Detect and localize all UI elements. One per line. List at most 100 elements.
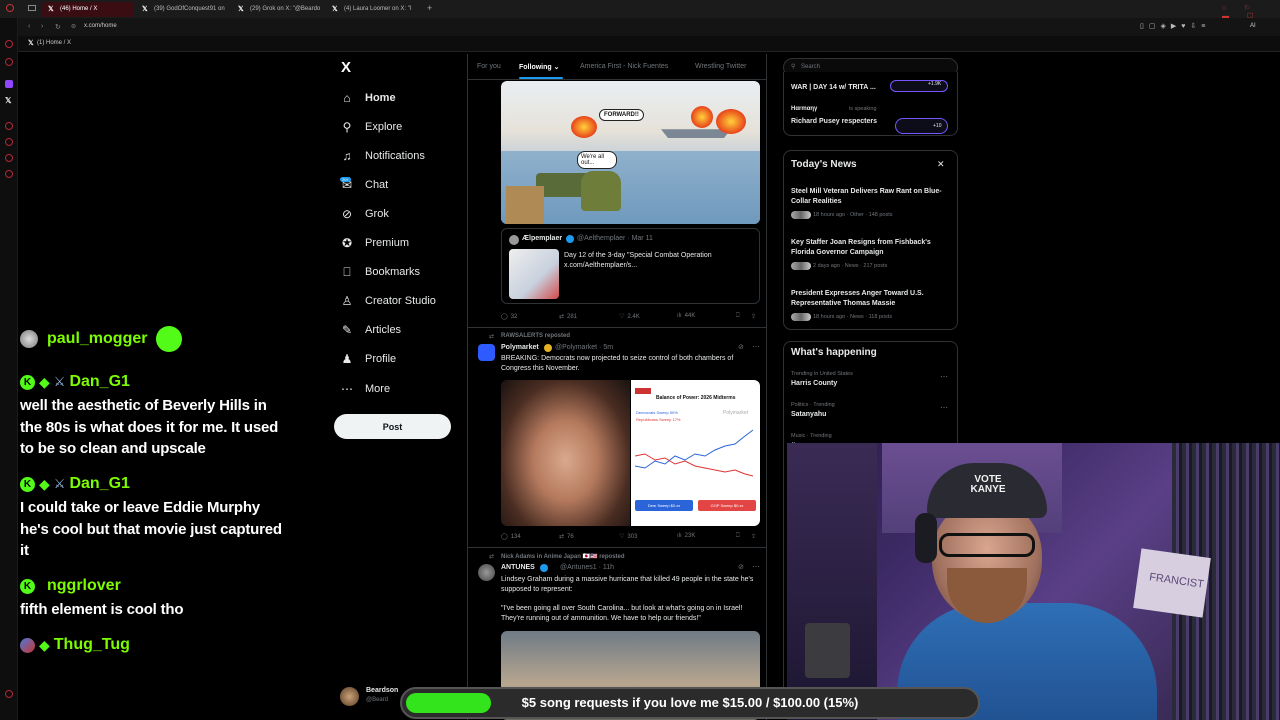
- reply-button[interactable]: ◯ 134: [501, 533, 521, 541]
- tab-grok[interactable]: 𝕏 (29) Grok on X: "@Beardo: [232, 2, 324, 17]
- view-count: 23K: [684, 533, 696, 539]
- sword-badge-icon: ⚔: [53, 374, 66, 389]
- bookmark-home[interactable]: (1) Home / X: [37, 40, 71, 46]
- nav-bookmarks[interactable]: ⎕ Bookmarks: [340, 262, 420, 282]
- nav-articles[interactable]: ✎ Articles: [340, 320, 401, 340]
- nav-label: Profile: [365, 353, 397, 365]
- twitch-icon[interactable]: [5, 80, 13, 88]
- like-button[interactable]: ♡ 303: [619, 533, 637, 541]
- grok-icon[interactable]: ⊘: [738, 343, 744, 351]
- sidebar-toggle-icon[interactable]: [28, 5, 36, 11]
- gop-sweep-button[interactable]: GOP Sweep $0.xx: [698, 500, 756, 511]
- news-item-title[interactable]: Key Staffer Joan Resigns from Fishback's…: [791, 238, 951, 258]
- repost-button[interactable]: ⇄ 281: [559, 313, 577, 321]
- tab-for-you[interactable]: For you: [477, 63, 501, 70]
- sidebar-app-icon[interactable]: [5, 58, 13, 66]
- ai-button[interactable]: AI: [1250, 23, 1256, 29]
- browser-sidebar: 𝕏: [0, 18, 18, 720]
- tab-underline: [519, 77, 563, 79]
- legend-dem: Democrats Sweep 50%: [636, 410, 678, 415]
- views-button[interactable]: ılı 23K: [677, 533, 695, 539]
- nav-profile[interactable]: ♟ Profile: [340, 349, 397, 369]
- diamond-badge-icon: ◆: [39, 475, 50, 492]
- sidebar-app-icon[interactable]: [5, 122, 13, 130]
- tab-title: (29) Grok on X: "@Beardo: [250, 6, 321, 12]
- tweet-image-comic[interactable]: FORWARD!! We're all out...: [501, 81, 760, 224]
- dem-sweep-button[interactable]: Dem Sweep $0.xx: [635, 500, 693, 511]
- nav-grok[interactable]: ⊘ Grok: [340, 204, 389, 224]
- kick-badge-icon: K: [20, 476, 35, 492]
- quote-tweet[interactable]: Ælpemplaer @Aelthemplaer · Mar 11 Day 12…: [501, 228, 760, 304]
- news-item-meta: 18 hours ago · News · 118 posts: [813, 314, 893, 320]
- repost-icon: ⇄: [489, 334, 495, 340]
- site-info-icon[interactable]: ⊜: [71, 23, 76, 30]
- sidebar-app-icon[interactable]: [5, 170, 13, 178]
- trend-title[interactable]: Satanyahu: [791, 411, 826, 418]
- views-button[interactable]: ılı 44K: [677, 313, 695, 319]
- more-icon[interactable]: ⋯: [940, 403, 948, 412]
- tab-godofconquest[interactable]: 𝕏 (39) GodOfConquest91 on: [136, 2, 228, 17]
- song-request-text: $5 song requests if you love me $15.00 /…: [521, 695, 859, 710]
- share-icon[interactable]: ⇪: [751, 313, 756, 320]
- repost-attribution[interactable]: Nick Adams in Anime Japan 🇯🇵🇺🇸 reposted: [501, 553, 625, 560]
- settings-icon[interactable]: [5, 690, 13, 698]
- tweet-author[interactable]: Polymarket: [501, 344, 539, 351]
- browser-menu-icon[interactable]: [6, 4, 14, 12]
- like-button[interactable]: ♡ 2.4K: [619, 313, 640, 321]
- bookmark-icon[interactable]: ⎕: [736, 533, 740, 540]
- space-count: +1.9K: [928, 81, 942, 87]
- space-title[interactable]: Richard Pusey respecters: [791, 118, 877, 125]
- tab-wrestling-twitter[interactable]: Wrestling Twitter: [695, 63, 746, 70]
- tab-america-first[interactable]: America First - Nick Fuentes: [580, 63, 668, 70]
- nav-premium[interactable]: ✪ Premium: [340, 233, 409, 253]
- tweet-media-grid[interactable]: Balance of Power: 2026 Midterms Polymark…: [501, 380, 760, 526]
- back-icon[interactable]: ‹: [28, 23, 30, 30]
- post-button[interactable]: Post: [334, 414, 451, 439]
- chat-username: paul_mogger: [47, 330, 148, 347]
- url-field[interactable]: x.com/home: [84, 23, 117, 29]
- space-title[interactable]: WAR | DAY 14 w/ TRITA ...: [791, 84, 876, 91]
- news-item-title[interactable]: Steel Mill Veteran Delivers Raw Rant on …: [791, 187, 951, 207]
- avatar[interactable]: [478, 344, 495, 361]
- reply-button[interactable]: ◯ 32: [501, 313, 517, 321]
- close-icon[interactable]: ✕: [937, 159, 945, 170]
- sidebar-app-icon[interactable]: [5, 40, 13, 48]
- tab-following[interactable]: Following ⌄: [519, 63, 560, 71]
- tab-home-x[interactable]: 𝕏 (46) Home / X: [42, 2, 134, 17]
- tab-title: (39) GodOfConquest91 on: [154, 6, 225, 12]
- politician-photo[interactable]: [501, 380, 630, 526]
- grok-icon[interactable]: ⊘: [738, 563, 744, 571]
- nav-creator-studio[interactable]: ♙ Creator Studio: [340, 291, 436, 311]
- sidebar-app-icon[interactable]: [5, 138, 13, 146]
- articles-icon: ✎: [341, 323, 353, 337]
- trend-title[interactable]: Harris County: [791, 380, 837, 387]
- extension-icons[interactable]: ▯▢◈▶♥⇩≡: [1140, 22, 1210, 30]
- premium-icon: ✪: [341, 236, 353, 250]
- new-tab-button[interactable]: +: [427, 3, 432, 13]
- reload-icon[interactable]: ↻: [55, 23, 61, 31]
- more-icon[interactable]: ⋯: [752, 562, 760, 571]
- news-item-title[interactable]: President Expresses Anger Toward U.S. Re…: [791, 289, 951, 309]
- bookmark-icon[interactable]: ⎕: [736, 313, 740, 320]
- sidebar-app-icon[interactable]: [5, 154, 13, 162]
- repost-button[interactable]: ⇄ 76: [559, 533, 574, 541]
- nav-explore[interactable]: ⚲ Explore: [340, 117, 403, 137]
- forward-icon[interactable]: ›: [41, 23, 43, 30]
- x-logo[interactable]: X: [341, 59, 351, 76]
- nav-home[interactable]: ⌂ Home: [340, 88, 395, 108]
- polymarket-card[interactable]: Balance of Power: 2026 Midterms Polymark…: [631, 380, 760, 526]
- profile-icon: ♟: [341, 352, 353, 366]
- news-item-meta: 2 days ago · News · 217 posts: [813, 263, 888, 269]
- x-app-icon[interactable]: 𝕏: [5, 96, 11, 105]
- view-count: 44K: [684, 313, 696, 319]
- nav-more[interactable]: ⋯ More: [340, 379, 390, 399]
- repost-attribution[interactable]: RAWSALERTS reposted: [501, 333, 570, 339]
- tab-laura-loomer[interactable]: 𝕏 (4) Laura Loomer on X: "I: [326, 2, 420, 17]
- more-icon[interactable]: ⋯: [752, 342, 760, 351]
- nav-notifications[interactable]: ♫ Notifications: [340, 146, 693, 166]
- avatar[interactable]: [478, 564, 495, 581]
- tweet-author[interactable]: ANTUNES: [501, 564, 535, 571]
- address-bar-row: ‹ › ↻ ⊜ x.com/home ▯▢◈▶♥⇩≡ AI: [0, 18, 1280, 36]
- more-icon[interactable]: ⋯: [940, 372, 948, 381]
- share-icon[interactable]: ⇪: [751, 533, 756, 540]
